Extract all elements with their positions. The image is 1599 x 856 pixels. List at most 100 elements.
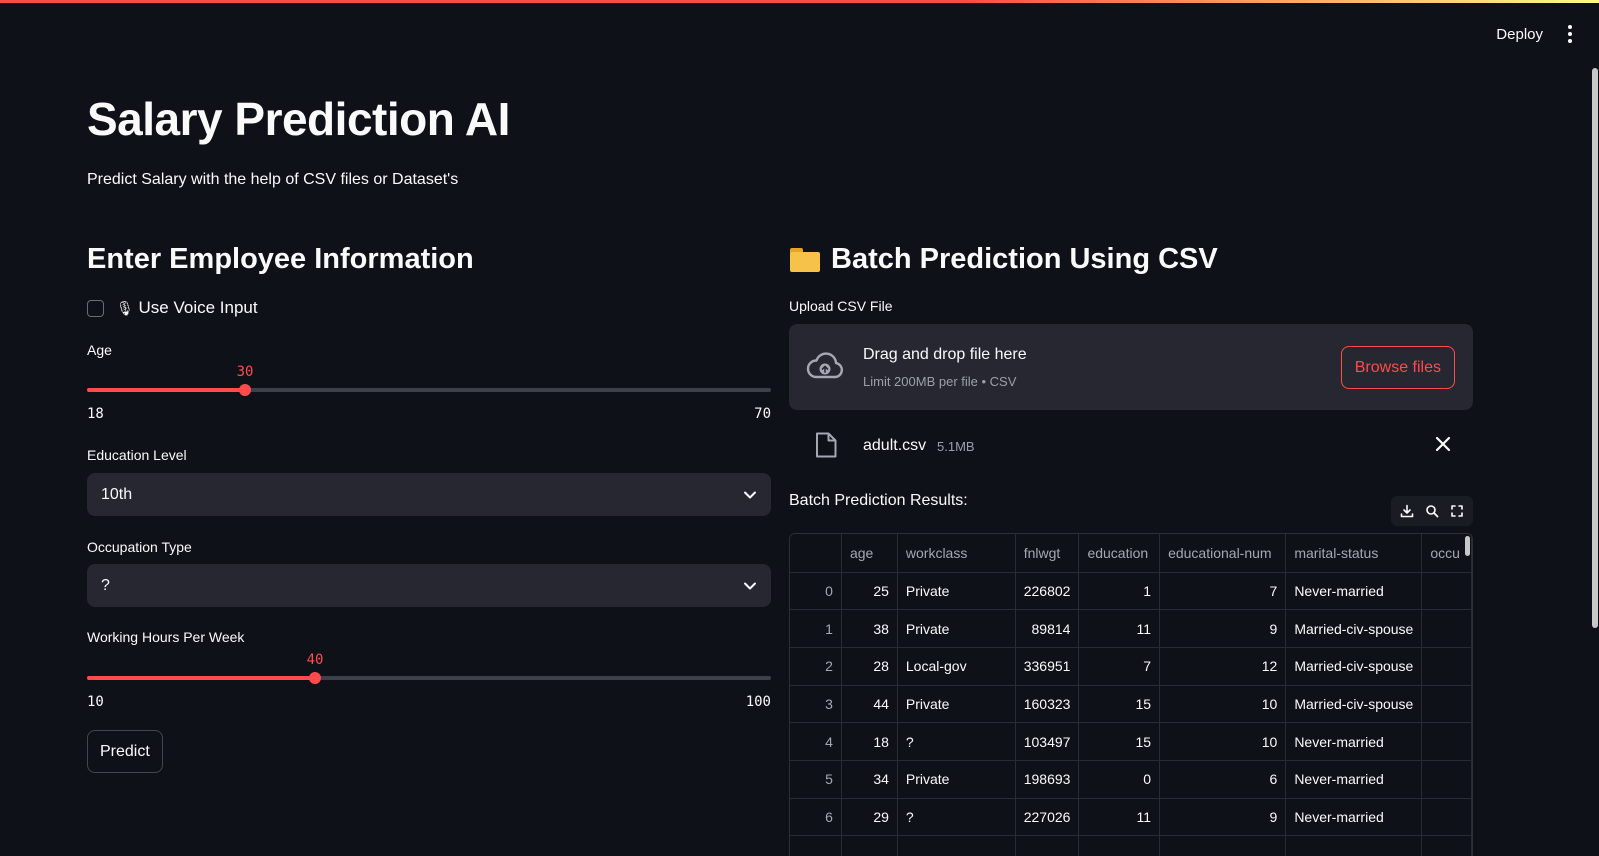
batch-prediction-heading: Batch Prediction Using CSV <box>789 236 1473 282</box>
education-select[interactable]: 10th <box>87 473 771 516</box>
table-cell[interactable]: Married-civ-spouse <box>1285 647 1423 686</box>
table-cell[interactable]: Married-civ-spouse <box>1285 609 1423 648</box>
table-cell[interactable]: 3 <box>790 685 842 724</box>
table-cell[interactable]: Private <box>897 685 1016 724</box>
table-column-header[interactable]: education <box>1078 534 1161 573</box>
table-row[interactable] <box>790 835 1472 856</box>
table-cell[interactable] <box>1421 835 1472 856</box>
table-row[interactable]: 5 34 Private 198693 0 6 Never-married <box>790 760 1472 799</box>
table-cell[interactable]: 336951 <box>1015 647 1080 686</box>
table-cell[interactable] <box>1285 835 1423 856</box>
voice-input-checkbox[interactable] <box>87 299 104 317</box>
table-cell[interactable]: 198693 <box>1015 760 1080 799</box>
table-cell[interactable] <box>1159 835 1287 856</box>
table-cell[interactable]: 10 <box>1159 685 1287 724</box>
table-row[interactable]: 3 44 Private 160323 15 10 Married-civ-spouse <box>790 685 1472 724</box>
table-cell[interactable]: 227026 <box>1015 798 1080 837</box>
table-cell[interactable]: 28 <box>841 647 898 686</box>
table-cell[interactable] <box>790 835 842 856</box>
table-cell[interactable]: 7 <box>1078 647 1161 686</box>
table-cell[interactable]: 1 <box>1078 572 1161 611</box>
browse-files-button[interactable]: Browse files <box>1340 346 1455 389</box>
table-cell[interactable]: 10 <box>1159 722 1287 761</box>
table-cell[interactable]: Never-married <box>1285 798 1423 837</box>
table-cell[interactable]: 44 <box>841 685 898 724</box>
table-cell[interactable] <box>1421 685 1472 724</box>
table-cell[interactable] <box>1421 798 1472 837</box>
voice-input-option[interactable]: 🎙 Use Voice Input <box>87 298 258 318</box>
table-cell[interactable]: 11 <box>1078 609 1161 648</box>
table-cell[interactable]: Never-married <box>1285 760 1423 799</box>
deploy-button[interactable]: Deploy <box>1496 26 1543 43</box>
table-row[interactable]: 6 29? 227026 11 9 Never-married <box>790 798 1472 837</box>
hours-slider[interactable]: 40 10 100 <box>87 652 771 710</box>
table-cell[interactable]: 18 <box>841 722 898 761</box>
table-cell[interactable]: 34 <box>841 760 898 799</box>
table-cell[interactable]: Local-gov <box>897 647 1016 686</box>
table-cell[interactable]: 7 <box>1159 572 1287 611</box>
table-cell[interactable] <box>1015 835 1080 856</box>
table-cell[interactable]: 0 <box>790 572 842 611</box>
table-cell[interactable]: 4 <box>790 722 842 761</box>
occupation-select[interactable]: ? <box>87 564 771 607</box>
table-cell[interactable]: 89814 <box>1015 609 1080 648</box>
table-cell[interactable] <box>1421 722 1472 761</box>
predict-button[interactable]: Predict <box>87 730 163 773</box>
table-cell[interactable]: 5 <box>790 760 842 799</box>
table-cell[interactable]: Married-civ-spouse <box>1285 685 1423 724</box>
table-cell[interactable]: Private <box>897 609 1016 648</box>
hours-slider-thumb[interactable] <box>309 672 321 684</box>
file-dropzone[interactable]: Drag and drop file here Limit 200MB per … <box>789 324 1473 410</box>
search-icon[interactable] <box>1423 502 1441 520</box>
table-row[interactable]: 2 28 Local-gov 336951 7 12 Married-civ-spouse <box>790 647 1472 686</box>
table-column-header[interactable]: fnlwgt <box>1015 534 1080 573</box>
table-cell[interactable]: 15 <box>1078 722 1161 761</box>
table-cell[interactable]: 12 <box>1159 647 1287 686</box>
table-cell[interactable]: 1 <box>790 609 842 648</box>
table-cell[interactable]: 9 <box>1159 798 1287 837</box>
table-column-header[interactable]: age <box>841 534 898 573</box>
age-slider-thumb[interactable] <box>239 384 251 396</box>
table-cell[interactable]: 160323 <box>1015 685 1080 724</box>
table-cell[interactable]: 11 <box>1078 798 1161 837</box>
table-cell[interactable]: 25 <box>841 572 898 611</box>
table-cell[interactable] <box>841 835 898 856</box>
table-row[interactable]: 4 18? 103497 15 10 Never-married <box>790 722 1472 761</box>
table-cell[interactable]: Never-married <box>1285 572 1423 611</box>
table-cell[interactable]: 103497 <box>1015 722 1080 761</box>
table-cell[interactable]: 6 <box>1159 760 1287 799</box>
table-cell[interactable]: 15 <box>1078 685 1161 724</box>
table-cell[interactable]: Never-married <box>1285 722 1423 761</box>
table-cell[interactable]: Private <box>897 760 1016 799</box>
close-icon[interactable] <box>1433 434 1453 454</box>
table-column-header[interactable]: workclass <box>897 534 1016 573</box>
download-icon[interactable] <box>1398 502 1416 520</box>
table-column-header[interactable]: educational-num <box>1159 534 1287 573</box>
results-table[interactable]: age workclass fnlwgt education educational-n… <box>789 533 1473 856</box>
fullscreen-icon[interactable] <box>1448 502 1466 520</box>
table-cell[interactable]: 38 <box>841 609 898 648</box>
table-cell[interactable] <box>1421 609 1472 648</box>
table-scrollbar[interactable] <box>1465 536 1470 556</box>
table-cell[interactable]: 9 <box>1159 609 1287 648</box>
table-cell[interactable]: 29 <box>841 798 898 837</box>
table-cell[interactable]: 226802 <box>1015 572 1080 611</box>
table-row[interactable]: 0 25 Private 226802 1 7 Never-married <box>790 572 1472 611</box>
table-cell[interactable]: 2 <box>790 647 842 686</box>
table-row[interactable]: 1 38 Private 89814 11 9 Married-civ-spouse <box>790 609 1472 648</box>
table-cell[interactable]: 0 <box>1078 760 1161 799</box>
table-cell[interactable] <box>1421 647 1472 686</box>
age-slider[interactable]: 30 18 70 <box>87 364 771 422</box>
table-cell[interactable]: ? <box>897 722 1016 761</box>
table-cell[interactable]: ? <box>897 798 1016 837</box>
table-cell[interactable] <box>1421 572 1472 611</box>
page-scrollbar[interactable] <box>1592 68 1598 628</box>
table-column-header[interactable] <box>790 534 842 573</box>
table-cell[interactable]: 6 <box>790 798 842 837</box>
table-cell[interactable] <box>1078 835 1161 856</box>
table-cell[interactable] <box>1421 760 1472 799</box>
table-cell[interactable] <box>897 835 1016 856</box>
main-menu-icon[interactable] <box>1561 23 1579 45</box>
table-cell[interactable]: Private <box>897 572 1016 611</box>
table-column-header[interactable]: marital-status <box>1285 534 1423 573</box>
